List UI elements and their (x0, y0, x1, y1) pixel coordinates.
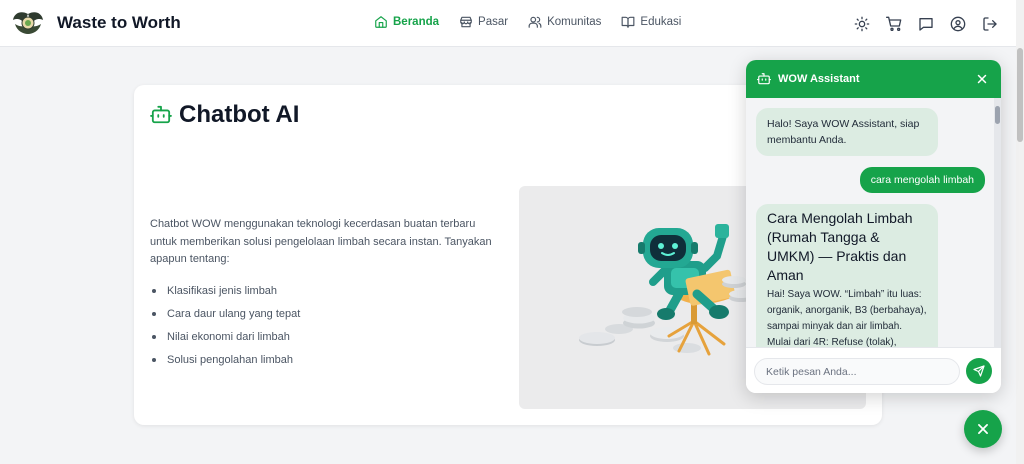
cart-icon (886, 16, 902, 31)
chatbot-description: Chatbot WOW menggunakan teknologi kecerd… (150, 218, 492, 265)
chat-messages[interactable]: Halo! Saya WOW Assistant, siap membantu … (746, 98, 1001, 347)
logo-icon[interactable] (12, 10, 44, 36)
list-item: Klasifikasi jenis limbah (150, 279, 300, 302)
chat-close-button[interactable] (974, 71, 990, 87)
chat-composer (746, 347, 1001, 393)
messages-button[interactable] (915, 13, 937, 35)
bot-message: Halo! Saya WOW Assistant, siap membantu … (756, 108, 938, 156)
nav-label: Komunitas (547, 16, 602, 28)
home-icon (375, 16, 387, 28)
list-item: Cara daur ulang yang tepat (150, 302, 300, 325)
sun-icon (854, 16, 870, 32)
chat-header: WOW Assistant (746, 60, 1001, 98)
nav-item-pasar[interactable]: Pasar (459, 15, 508, 29)
bot-icon (757, 73, 771, 85)
bot-message-heading: Cara Mengolah Limbah (Rumah Tangga & UMK… (767, 210, 913, 283)
nav-item-komunitas[interactable]: Komunitas (528, 15, 601, 29)
list-item: Nilai ekonomi dari limbah (150, 325, 300, 348)
bot-message-text: Hai! Saya WOW. “Limbah” itu luas: organi… (767, 289, 927, 347)
user-message: cara mengolah limbah (859, 167, 985, 193)
chat-toggle-button[interactable] (964, 410, 1002, 448)
book-icon (622, 16, 635, 28)
chat-scrollbar[interactable] (994, 98, 1001, 347)
close-icon (977, 74, 987, 84)
logout-icon (983, 17, 997, 31)
page-title: Chatbot AI (179, 101, 300, 128)
list-item: Solusi pengolahan limbah (150, 348, 300, 371)
close-icon (978, 424, 988, 434)
chat-message-input[interactable] (754, 358, 960, 385)
nav-label: Beranda (393, 16, 440, 28)
brand-name[interactable]: Waste to Worth (57, 13, 181, 33)
store-icon (460, 16, 472, 28)
chat-window: WOW Assistant Halo! Saya WOW Assistant, … (746, 60, 1001, 393)
logout-button[interactable] (979, 13, 1001, 35)
top-navbar: Waste to Worth Beranda Pasar Komunitas E… (0, 0, 1024, 47)
main-nav: Beranda Pasar Komunitas Edukasi (374, 15, 681, 29)
chat-title: WOW Assistant (778, 73, 860, 85)
topic-list: Klasifikasi jenis limbah Cara daur ulang… (150, 279, 300, 371)
nav-item-edukasi[interactable]: Edukasi (621, 15, 681, 29)
bot-message: Cara Mengolah Limbah (Rumah Tangga & UMK… (756, 204, 938, 347)
send-icon (973, 365, 985, 377)
user-circle-icon (950, 16, 966, 32)
bot-icon (150, 105, 172, 124)
page-scrollbar-thumb[interactable] (1017, 48, 1023, 142)
send-button[interactable] (966, 358, 992, 384)
chat-scrollbar-thumb[interactable] (995, 106, 1000, 124)
header-actions (851, 13, 1001, 35)
theme-toggle-button[interactable] (851, 13, 873, 35)
users-icon (528, 16, 542, 28)
message-icon (919, 18, 933, 31)
profile-button[interactable] (947, 13, 969, 35)
nav-label: Pasar (478, 16, 509, 28)
nav-item-beranda[interactable]: Beranda (374, 15, 439, 29)
cart-button[interactable] (883, 13, 905, 35)
nav-label: Edukasi (640, 16, 682, 28)
